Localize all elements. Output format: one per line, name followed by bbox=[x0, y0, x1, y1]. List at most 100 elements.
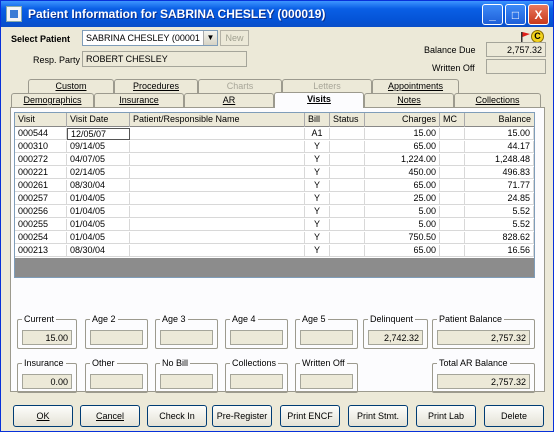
cell-balance[interactable]: 1,248.48 bbox=[465, 154, 534, 166]
select-patient-dropdown[interactable]: SABRINA CHESLEY (00001 ▼ bbox=[82, 30, 218, 46]
check-in-button[interactable]: Check In bbox=[147, 405, 207, 427]
cell-charges[interactable]: 65.00 bbox=[365, 141, 440, 153]
cell-visit[interactable]: 000261 bbox=[15, 180, 67, 192]
cell-date[interactable]: 04/07/05 bbox=[67, 154, 130, 166]
cell-visit[interactable]: 000256 bbox=[15, 206, 67, 218]
column-header-charges[interactable]: Charges bbox=[365, 113, 440, 127]
pre-register-button[interactable]: Pre-Register bbox=[212, 405, 272, 427]
table-row[interactable]: 000272 04/07/05 Y 1,224.00 1,248.48 bbox=[15, 154, 534, 166]
tab-visits[interactable]: Visits bbox=[274, 92, 364, 108]
cell-balance[interactable]: 44.17 bbox=[465, 141, 534, 153]
new-patient-button[interactable]: New bbox=[220, 30, 249, 46]
delete-button[interactable]: Delete bbox=[484, 405, 544, 427]
cell-status[interactable] bbox=[330, 219, 365, 231]
cell-date[interactable]: 01/04/05 bbox=[67, 206, 130, 218]
table-row[interactable]: 000257 01/04/05 Y 25.00 24.85 bbox=[15, 193, 534, 205]
cell-date[interactable]: 08/30/04 bbox=[67, 180, 130, 192]
cell-name[interactable] bbox=[130, 141, 305, 153]
cell-charges[interactable]: 5.00 bbox=[365, 206, 440, 218]
maximize-button[interactable]: □ bbox=[505, 4, 526, 25]
cell-date[interactable]: 01/04/05 bbox=[67, 219, 130, 231]
cell-bill[interactable]: Y bbox=[305, 206, 330, 218]
close-button[interactable]: X bbox=[528, 4, 549, 25]
minimize-button[interactable]: _ bbox=[482, 4, 503, 25]
print-encf-button[interactable]: Print ENCF bbox=[280, 405, 340, 427]
cell-balance[interactable]: 16.56 bbox=[465, 245, 534, 257]
column-header-bill[interactable]: Bill bbox=[305, 113, 330, 127]
cell-visit[interactable]: 000213 bbox=[15, 245, 67, 257]
cell-name[interactable] bbox=[130, 154, 305, 166]
column-header-status[interactable]: Status bbox=[330, 113, 365, 127]
cell-balance[interactable]: 5.52 bbox=[465, 206, 534, 218]
tab-demographics[interactable]: Demographics bbox=[11, 93, 94, 107]
table-row[interactable]: 000213 08/30/04 Y 65.00 16.56 bbox=[15, 245, 534, 257]
cell-balance[interactable]: 828.62 bbox=[465, 232, 534, 244]
cell-bill[interactable]: Y bbox=[305, 180, 330, 192]
cell-charges[interactable]: 1,224.00 bbox=[365, 154, 440, 166]
tab-insurance[interactable]: Insurance bbox=[94, 93, 184, 107]
print-lab-button[interactable]: Print Lab bbox=[416, 405, 476, 427]
print-stmt-button[interactable]: Print Stmt. bbox=[348, 405, 408, 427]
cell-balance[interactable]: 496.83 bbox=[465, 167, 534, 179]
cell-name[interactable] bbox=[130, 245, 305, 257]
cell-mc[interactable] bbox=[440, 167, 465, 179]
cell-status[interactable] bbox=[330, 128, 365, 140]
cell-mc[interactable] bbox=[440, 193, 465, 205]
cell-balance[interactable]: 71.77 bbox=[465, 180, 534, 192]
cell-name[interactable] bbox=[130, 206, 305, 218]
cell-charges[interactable]: 450.00 bbox=[365, 167, 440, 179]
cell-date[interactable]: 01/04/05 bbox=[67, 193, 130, 205]
cell-mc[interactable] bbox=[440, 206, 465, 218]
cell-mc[interactable] bbox=[440, 232, 465, 244]
cell-date[interactable]: 08/30/04 bbox=[67, 245, 130, 257]
column-header-balance[interactable]: Balance bbox=[465, 113, 534, 127]
column-header-name[interactable]: Patient/Responsible Name bbox=[130, 113, 305, 127]
cell-balance[interactable]: 24.85 bbox=[465, 193, 534, 205]
visits-grid[interactable]: Visit Visit Date Patient/Responsible Nam… bbox=[14, 112, 535, 278]
tab-charts[interactable]: Charts bbox=[198, 79, 282, 93]
cell-bill[interactable]: Y bbox=[305, 154, 330, 166]
cell-visit[interactable]: 000310 bbox=[15, 141, 67, 153]
cell-date[interactable]: 01/04/05 bbox=[67, 232, 130, 244]
cell-charges[interactable]: 25.00 bbox=[365, 193, 440, 205]
table-row[interactable]: 000221 02/14/05 Y 450.00 496.83 bbox=[15, 167, 534, 179]
cell-charges[interactable]: 65.00 bbox=[365, 180, 440, 192]
cell-date[interactable]: 09/14/05 bbox=[67, 141, 130, 153]
cell-charges[interactable]: 750.50 bbox=[365, 232, 440, 244]
cell-bill[interactable]: Y bbox=[305, 232, 330, 244]
cell-mc[interactable] bbox=[440, 180, 465, 192]
cell-status[interactable] bbox=[330, 193, 365, 205]
cancel-button[interactable]: Cancel bbox=[80, 405, 140, 427]
cell-status[interactable] bbox=[330, 154, 365, 166]
cell-visit[interactable]: 000255 bbox=[15, 219, 67, 231]
cell-balance[interactable]: 5.52 bbox=[465, 219, 534, 231]
table-row[interactable]: 000261 08/30/04 Y 65.00 71.77 bbox=[15, 180, 534, 192]
cell-name[interactable] bbox=[130, 232, 305, 244]
table-row[interactable]: 000255 01/04/05 Y 5.00 5.52 bbox=[15, 219, 534, 231]
cell-status[interactable] bbox=[330, 167, 365, 179]
resp-party-field[interactable]: ROBERT CHESLEY bbox=[82, 51, 247, 67]
cell-date[interactable]: 12/05/07 bbox=[67, 128, 130, 140]
cell-mc[interactable] bbox=[440, 141, 465, 153]
cell-bill[interactable]: A1 bbox=[305, 128, 330, 140]
ok-button[interactable]: OK bbox=[13, 405, 73, 427]
cell-date[interactable]: 02/14/05 bbox=[67, 167, 130, 179]
cell-name[interactable] bbox=[130, 219, 305, 231]
column-header-visit-date[interactable]: Visit Date bbox=[67, 113, 130, 127]
cell-balance[interactable]: 15.00 bbox=[465, 128, 534, 140]
tab-notes[interactable]: Notes bbox=[364, 93, 454, 107]
cell-status[interactable] bbox=[330, 141, 365, 153]
cell-name[interactable] bbox=[130, 180, 305, 192]
tab-ar[interactable]: AR bbox=[184, 93, 274, 107]
cell-status[interactable] bbox=[330, 232, 365, 244]
tab-collections[interactable]: Collections bbox=[454, 93, 541, 107]
cell-name[interactable] bbox=[130, 193, 305, 205]
cell-charges[interactable]: 15.00 bbox=[365, 128, 440, 140]
tab-letters[interactable]: Letters bbox=[282, 79, 372, 93]
cell-status[interactable] bbox=[330, 180, 365, 192]
cell-visit[interactable]: 000272 bbox=[15, 154, 67, 166]
cell-visit[interactable]: 000257 bbox=[15, 193, 67, 205]
chevron-down-icon[interactable]: ▼ bbox=[203, 31, 217, 45]
cell-bill[interactable]: Y bbox=[305, 141, 330, 153]
cell-bill[interactable]: Y bbox=[305, 219, 330, 231]
